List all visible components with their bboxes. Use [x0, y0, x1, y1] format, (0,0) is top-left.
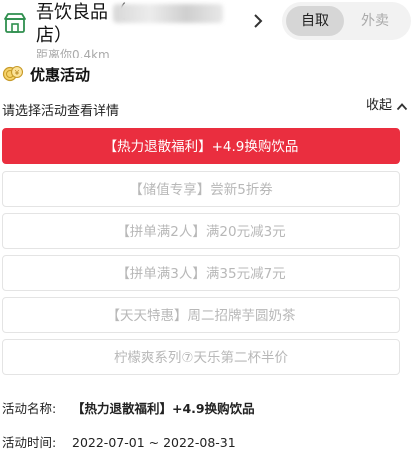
store-distance: 距离你0.4km	[36, 48, 110, 58]
pickup-option[interactable]: 自取	[286, 6, 344, 36]
promo-item[interactable]: 【拼单满3人】满35元减7元	[2, 255, 400, 291]
collapse-button[interactable]: 收起	[366, 94, 392, 113]
store-icon	[4, 12, 26, 34]
activity-name-label: 活动名称:	[2, 401, 57, 416]
redacted-store-branch	[113, 4, 223, 23]
promotions-header: ¥ 优惠活动	[0, 60, 414, 88]
pickup-delivery-toggle[interactable]: 自取 外卖	[282, 2, 411, 40]
select-hint: 请选择活动查看详情	[2, 104, 120, 119]
store-name-line2: 店）	[36, 25, 72, 46]
delivery-option[interactable]: 外卖	[346, 6, 404, 36]
activity-time-label: 活动时间:	[2, 435, 57, 450]
svg-text:¥: ¥	[15, 69, 20, 77]
hint-row: 请选择活动查看详情 收起	[0, 94, 414, 119]
promo-item[interactable]: 【热力退散福利】+4.9换购饮品	[2, 128, 400, 164]
activity-time-row: 活动时间: 2022-07-01 ~ 2022-08-31	[2, 432, 236, 451]
promo-item[interactable]: 【储值专享】尝新5折券	[2, 171, 400, 207]
activity-time-value: 2022-07-01 ~ 2022-08-31	[72, 435, 236, 450]
section-title: 优惠活动	[30, 66, 91, 84]
coin-icon: ¥	[2, 64, 24, 84]
promo-item[interactable]: 柠檬爽系列⑦天乐第二杯半价	[2, 339, 400, 375]
promo-item[interactable]: 【拼单满2人】满20元减3元	[2, 213, 400, 249]
promo-item[interactable]: 【天天特惠】周二招牌芋圆奶茶	[2, 297, 400, 333]
chevron-up-icon[interactable]	[396, 97, 408, 111]
activity-name-row: 活动名称: 【热力退散福利】+4.9换购饮品	[2, 398, 255, 417]
activity-name-value: 【热力退散福利】+4.9换购饮品	[72, 401, 255, 416]
chevron-right-icon[interactable]	[252, 13, 264, 29]
